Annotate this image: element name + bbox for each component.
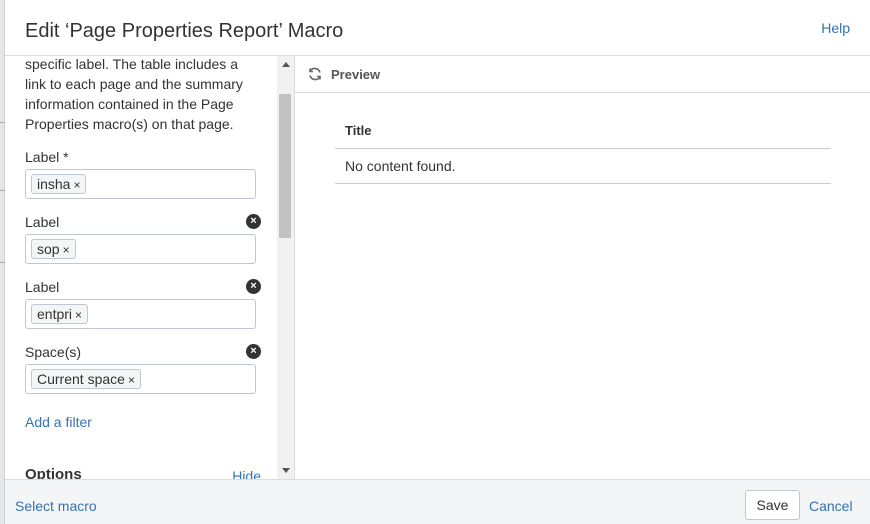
scroll-down-icon[interactable] — [282, 468, 290, 473]
label-chip-sop: sop × — [31, 239, 76, 259]
label-field-3: Label × entpri × — [25, 277, 261, 329]
spaces-field: Space(s) × Current space × — [25, 342, 261, 394]
spaces-select-input[interactable]: Current space × — [25, 364, 256, 394]
chip-text: insha — [37, 176, 71, 192]
table-row: No content found. — [335, 148, 831, 184]
chip-text: entpri — [37, 306, 73, 322]
label-field-2: Label × sop × — [25, 212, 261, 264]
remove-filter-icon[interactable]: × — [246, 214, 261, 229]
label-chip-insha: insha × — [31, 174, 87, 194]
field-label: Label * — [25, 149, 69, 165]
preview-label: Preview — [331, 67, 381, 82]
preview-table: Title No content found. — [335, 113, 831, 184]
dialog-header: Edit ‘Page Properties Report’ Macro Help — [5, 0, 870, 56]
label-chip-entpri: entpri × — [31, 304, 89, 324]
refresh-icon[interactable] — [307, 66, 323, 82]
label-field-1: Label * insha × — [25, 147, 261, 199]
save-button[interactable]: Save — [745, 490, 800, 520]
chip-remove-icon[interactable]: × — [73, 178, 80, 192]
empty-message: No content found. — [335, 148, 831, 184]
label-select-input[interactable]: sop × — [25, 234, 256, 264]
options-section-header: Options Hide — [25, 466, 261, 479]
macro-parameters-panel: specific label. The table includes a lin… — [5, 56, 294, 479]
preview-panel: Preview Title No content found. — [295, 56, 870, 479]
chip-remove-icon[interactable]: × — [63, 243, 70, 257]
macro-dialog: Edit ‘Page Properties Report’ Macro Help… — [5, 0, 870, 524]
options-title: Options — [25, 466, 82, 479]
chip-remove-icon[interactable]: × — [128, 373, 135, 387]
add-filter-link[interactable]: Add a filter — [25, 414, 92, 430]
scroll-up-icon[interactable] — [282, 62, 290, 67]
field-label: Label — [25, 214, 60, 230]
chip-text: Current space — [37, 371, 125, 387]
scrollbar-thumb[interactable] — [279, 94, 291, 238]
hide-options-link[interactable]: Hide — [232, 468, 261, 479]
dialog-footer: Select macro Save Cancel — [5, 479, 870, 524]
label-select-input[interactable]: insha × — [25, 169, 256, 199]
cancel-link[interactable]: Cancel — [809, 498, 853, 514]
select-macro-link[interactable]: Select macro — [15, 498, 97, 514]
column-header-title: Title — [335, 113, 831, 149]
label-select-input[interactable]: entpri × — [25, 299, 256, 329]
remove-filter-icon[interactable]: × — [246, 344, 261, 359]
chip-text: sop — [37, 241, 60, 257]
macro-description: specific label. The table includes a lin… — [25, 56, 243, 132]
field-label: Space(s) — [25, 344, 82, 360]
space-chip-current-space: Current space × — [31, 369, 141, 389]
remove-filter-icon[interactable]: × — [246, 279, 261, 294]
table-header-row: Title — [335, 113, 831, 149]
dialog-title: Edit ‘Page Properties Report’ Macro — [25, 20, 344, 42]
field-label: Label — [25, 279, 60, 295]
left-panel-scrollbar[interactable] — [277, 56, 294, 479]
chip-remove-icon[interactable]: × — [75, 308, 82, 322]
preview-toolbar: Preview — [295, 56, 870, 93]
help-link[interactable]: Help — [821, 20, 850, 36]
